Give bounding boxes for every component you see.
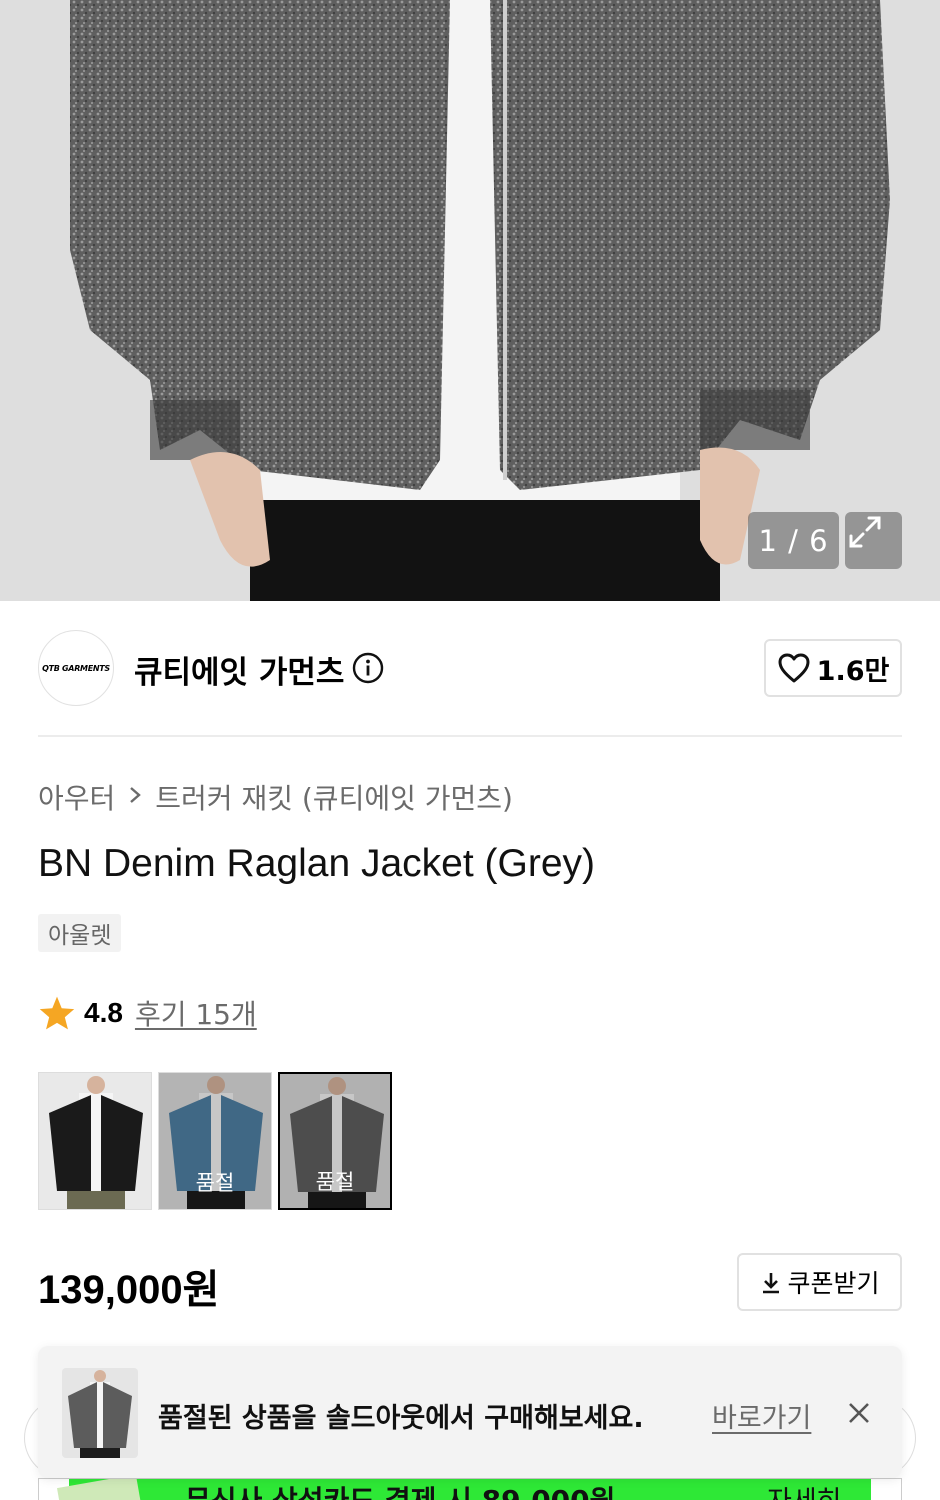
- coupon-label: 쿠폰받기: [787, 1269, 880, 1298]
- breadcrumb-subcategory[interactable]: 트러커 재킷 (큐티에잇 가먼츠): [155, 777, 513, 817]
- card-promo-text: 무신사 삼성카드 결제 시 89,000원: [185, 1479, 615, 1500]
- coupon-button[interactable]: 쿠폰받기: [737, 1253, 902, 1311]
- toast-go-link[interactable]: 바로가기: [712, 1396, 811, 1435]
- like-count: 1.6만: [816, 655, 890, 687]
- download-icon: [763, 1273, 780, 1294]
- variant-thumb-grey[interactable]: 품절: [278, 1072, 392, 1210]
- brand-like-button[interactable]: 1.6만: [764, 639, 902, 697]
- product-price: 139,000원: [38, 1268, 220, 1312]
- jacket-photo: [0, 0, 940, 601]
- variant-soldout-label: 품절: [315, 1170, 355, 1194]
- outlet-badge: 아울렛: [38, 914, 122, 952]
- product-image[interactable]: 1 / 6: [0, 0, 940, 601]
- brand-logo[interactable]: QTB GARMENTS: [38, 630, 114, 706]
- star-icon: [39, 996, 75, 1030]
- color-variants: 품절 품절: [38, 1072, 392, 1210]
- rating-score: 4.8: [84, 997, 123, 1028]
- brand-logo-text: QTB GARMENTS: [42, 663, 110, 673]
- rating: 4.8 후기 15개: [38, 993, 257, 1033]
- divider: [38, 735, 902, 737]
- breadcrumb: 아우터 트러커 재킷 (큐티에잇 가먼츠): [38, 777, 513, 817]
- toast-product-thumb: [62, 1368, 138, 1458]
- heart-icon: [778, 653, 810, 683]
- variant-thumb-blue[interactable]: 품절: [158, 1072, 272, 1210]
- variant-thumb-black[interactable]: [38, 1072, 152, 1210]
- brand-name[interactable]: 큐티에잇 가먼츠: [134, 647, 344, 692]
- variant-soldout-label: 품절: [195, 1171, 235, 1195]
- breadcrumb-category[interactable]: 아우터: [38, 777, 115, 817]
- expand-icon[interactable]: [845, 512, 902, 569]
- chevron-right-icon: [127, 783, 143, 811]
- soldout-toast: 품절된 상품을 솔드아웃에서 구매해보세요. 바로가기: [38, 1346, 902, 1478]
- image-counter: 1 / 6: [748, 512, 839, 569]
- review-count-link[interactable]: 후기 15개: [135, 993, 257, 1033]
- card-promo-banner[interactable]: 무신사 삼성카드 결제 시 89,000원 자세히: [38, 1478, 902, 1500]
- toast-message: 품절된 상품을 솔드아웃에서 구매해보세요.: [158, 1403, 644, 1434]
- info-icon[interactable]: [352, 652, 384, 688]
- close-icon[interactable]: [846, 1400, 872, 1430]
- card-promo-more[interactable]: 자세히: [767, 1479, 842, 1500]
- product-title: BN Denim Raglan Jacket (Grey): [38, 842, 596, 885]
